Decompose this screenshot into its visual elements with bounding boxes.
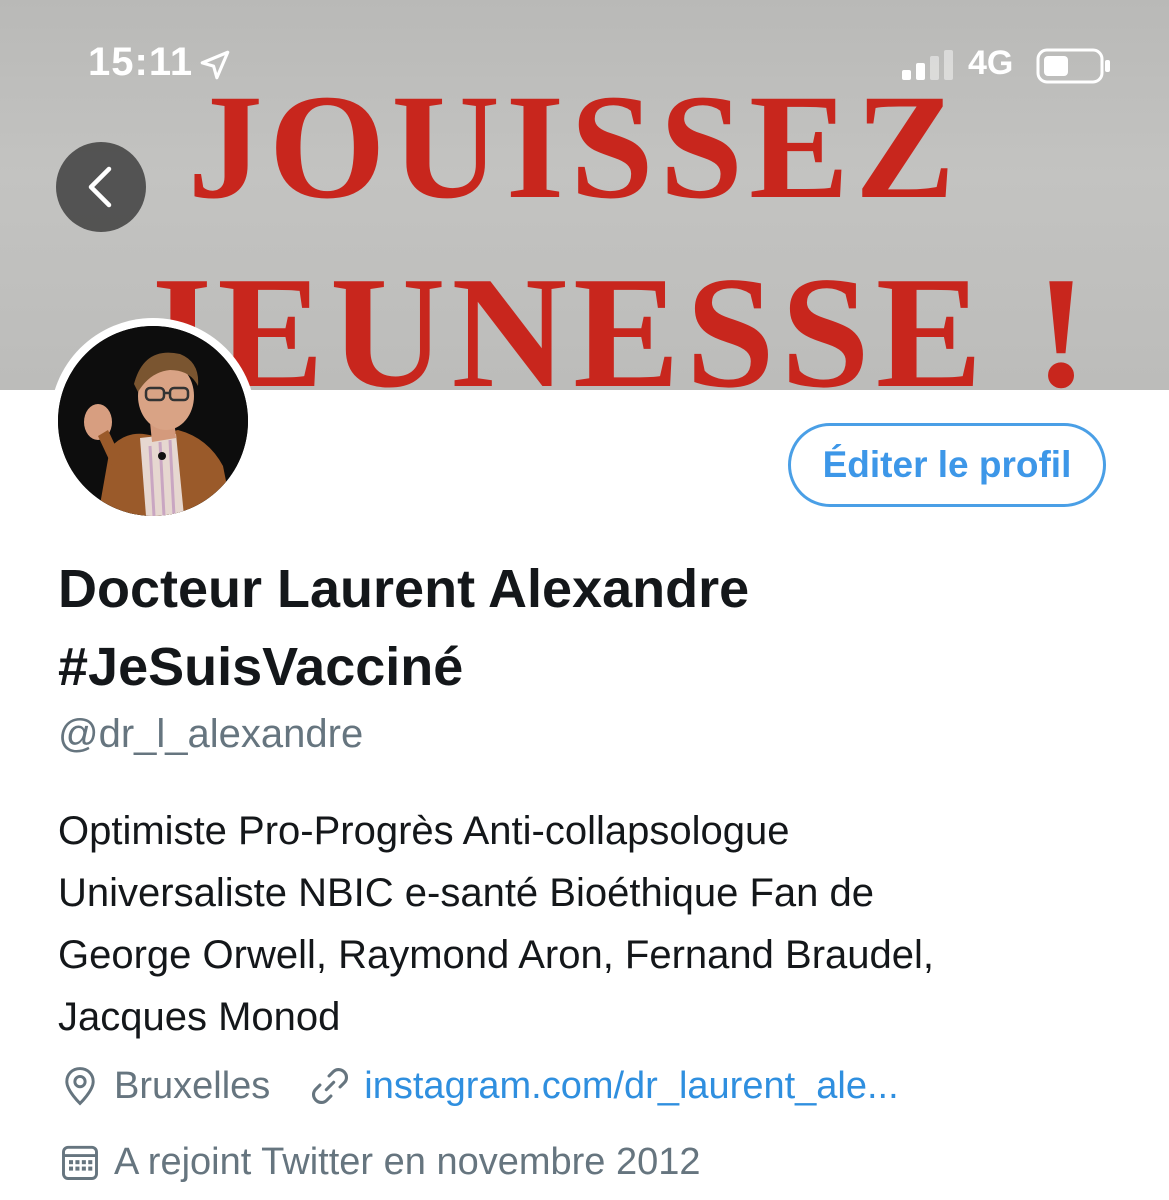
bio-line: George Orwell, Raymond Aron, Fernand Bra…: [58, 933, 934, 977]
avatar-photo: [58, 326, 248, 516]
bio-line: Optimiste Pro-Progrès Anti-collapsologue: [58, 809, 790, 853]
avatar[interactable]: [58, 326, 248, 516]
signal-strength-icon: [902, 50, 953, 80]
location-text: Bruxelles: [114, 1064, 271, 1107]
chevron-left-icon: [88, 166, 112, 208]
display-name: Docteur Laurent Alexandre #JeSuisVacciné: [58, 550, 1118, 706]
network-type: 4G: [968, 44, 1014, 82]
location-pin-icon: [65, 1067, 95, 1106]
edit-profile-button[interactable]: Éditer le profil: [788, 423, 1106, 507]
profile-meta-location-link: Bruxelles instagram.com/dr_laurent_ale..…: [58, 1064, 899, 1108]
bio-line: Universaliste NBIC e-santé Bioéthique Fa…: [58, 871, 874, 915]
link-icon: [312, 1067, 349, 1105]
battery-icon: [1036, 48, 1110, 84]
joined-date-text: A rejoint Twitter en novembre 2012: [114, 1140, 701, 1183]
status-bar: 15:11 4G: [0, 0, 1169, 120]
display-name-line1: Docteur Laurent Alexandre: [58, 559, 750, 619]
bio-line: Jacques Monod: [58, 995, 341, 1039]
status-time: 15:11: [88, 40, 194, 84]
avatar-ring: [50, 318, 256, 524]
user-handle: @dr_l_alexandre: [58, 712, 364, 756]
location-arrow-icon: [200, 50, 230, 80]
profile-meta-joined: A rejoint Twitter en novembre 2012: [58, 1140, 701, 1184]
display-name-line2: #JeSuisVacciné: [58, 637, 464, 697]
website-link[interactable]: instagram.com/dr_laurent_ale...: [364, 1065, 898, 1108]
calendar-icon: [62, 1145, 98, 1180]
back-button[interactable]: [56, 142, 146, 232]
bio: Optimiste Pro-Progrès Anti-collapsologue…: [58, 800, 1118, 1048]
